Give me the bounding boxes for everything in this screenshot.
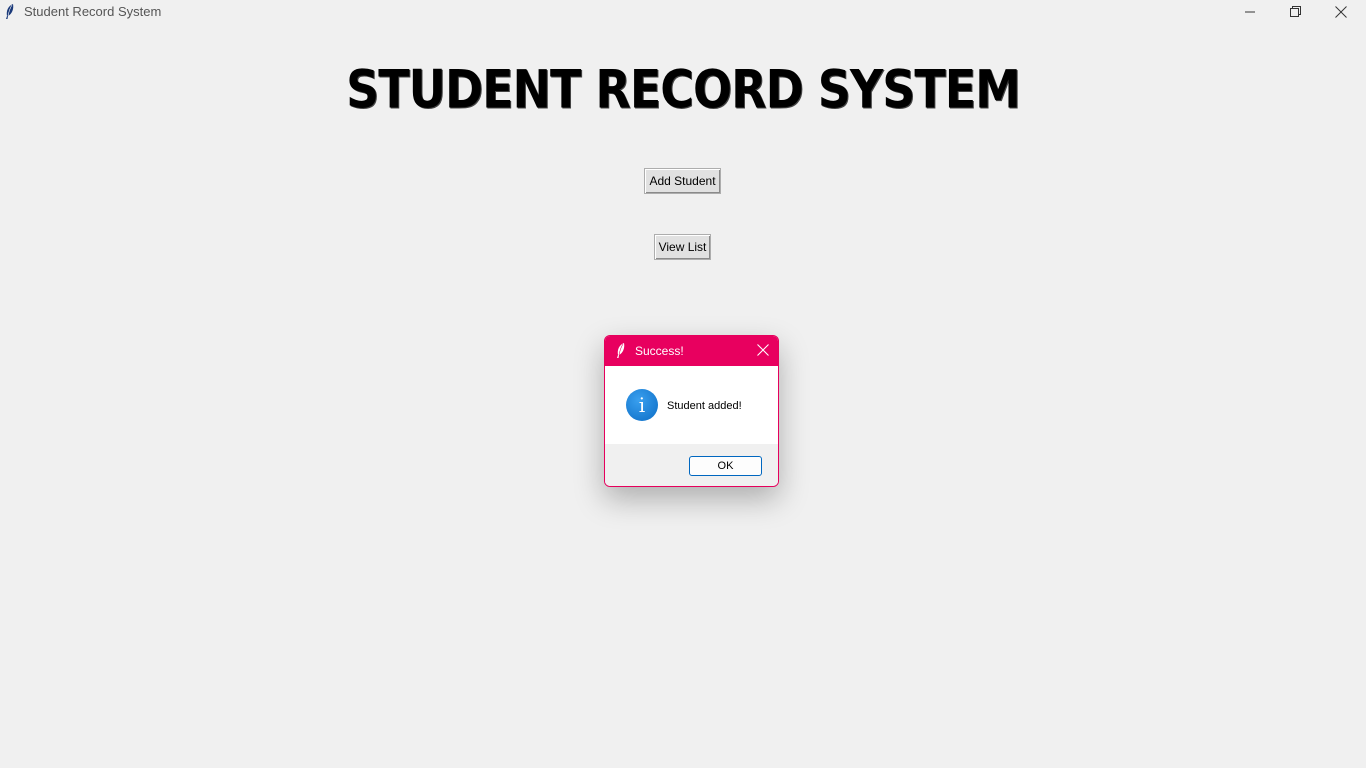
success-dialog: Success! i Student added! OK (604, 335, 779, 487)
ok-button[interactable]: OK (689, 456, 762, 476)
maximize-icon (1289, 6, 1301, 17)
view-list-button[interactable]: View List (654, 234, 711, 260)
minimize-icon (1245, 11, 1255, 12)
add-student-button[interactable]: Add Student (644, 168, 721, 194)
window-title-bar: Student Record System (0, 0, 1366, 23)
close-button[interactable] (1318, 0, 1364, 23)
dialog-close-icon[interactable] (757, 344, 769, 356)
dialog-message: Student added! (667, 400, 742, 412)
dialog-title: Success! (635, 344, 684, 358)
dialog-title-bar: Success! (605, 336, 778, 366)
window-title: Student Record System (24, 4, 162, 19)
minimize-button[interactable] (1227, 0, 1273, 23)
dialog-body: i Student added! (605, 366, 778, 444)
info-icon: i (626, 389, 658, 421)
maximize-button[interactable] (1272, 0, 1318, 23)
page-title: STUDENT RECORD SYSTEM (346, 58, 1021, 121)
feather-icon (6, 4, 14, 19)
feather-icon (617, 343, 625, 358)
dialog-footer: OK (605, 444, 778, 486)
close-icon (1335, 5, 1347, 18)
